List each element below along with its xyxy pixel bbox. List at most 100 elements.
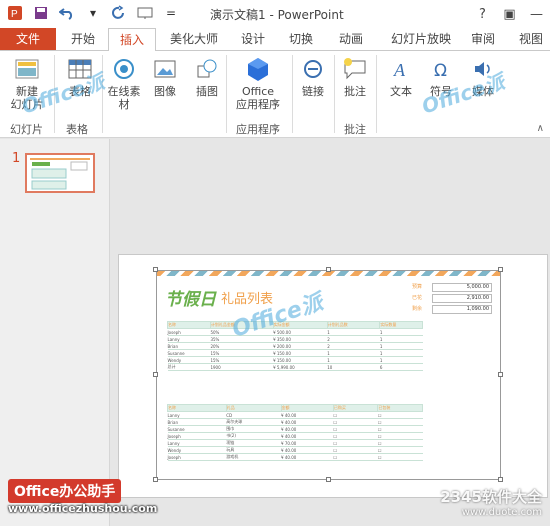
table-row: Lanny 项链 ¥ 70.00 ☐ ☐ [167, 439, 423, 447]
tab-slideshow[interactable]: 幻灯片放映 [384, 28, 458, 50]
tab-home[interactable]: 开始 [66, 28, 100, 50]
tab-file[interactable]: 文件 [0, 28, 56, 50]
customize-qat-icon[interactable]: = [162, 4, 180, 22]
budget-summary: 预算 5,000.00 已花 2,910.00 剩余 1,090.00 [412, 283, 492, 316]
table-cell: ¥ 40.00 [281, 411, 334, 419]
group-separator [292, 55, 293, 133]
office-assistant-badge: Office办公助手 [8, 479, 122, 503]
help-button[interactable]: ? [469, 7, 496, 22]
text-button[interactable]: A 文本 [384, 55, 418, 98]
title-bar: P ▾ = 演示文稿1 - PowerPoint ? ▣ — [0, 0, 550, 28]
table-cell: 2 [327, 342, 380, 350]
table-cell: 围巾 [226, 425, 282, 433]
tab-review[interactable]: 审阅 [466, 28, 500, 50]
table-row: Susanne 围巾 ¥ 40.00 ☐ ☐ [167, 425, 423, 433]
tab-insert[interactable]: 插入 [108, 28, 156, 51]
column-header: 已包装 [377, 404, 423, 412]
table-cell: ¥ 150.00 [273, 349, 328, 357]
office-apps-icon [244, 55, 272, 83]
tab-beautify[interactable]: 美化大师 [164, 28, 224, 50]
group-label-slides: 幻灯片 [10, 123, 43, 136]
table-cell: ¥ 40.00 [281, 446, 334, 454]
site-watermark: 2345软件大全 www.duote.com [440, 486, 542, 518]
comment-button[interactable]: 批注 [338, 55, 372, 98]
table-cell: CD [226, 411, 282, 419]
minimize-button[interactable]: — [523, 7, 550, 22]
resize-handle[interactable] [326, 477, 331, 482]
group-label-apps: 应用程序 [236, 123, 280, 136]
table-cell: ¥ 150.00 [273, 356, 328, 364]
office-apps-button[interactable]: Office 应用程序 [230, 55, 286, 111]
ribbon-tabs: 文件 开始 插入 美化大师 设计 切换 动画 幻灯片放映 审阅 视图 [0, 28, 550, 51]
link-label: 链接 [302, 85, 324, 98]
resize-handle[interactable] [498, 477, 503, 482]
resize-handle[interactable] [498, 372, 503, 377]
budget-row: 预算 5,000.00 [412, 283, 492, 292]
table-cell: 1 [379, 356, 423, 364]
table-row: 总计 1900 ¥ 5,990.00 10 6 [167, 363, 423, 371]
redo-icon[interactable] [110, 4, 128, 22]
link-button[interactable]: 链接 [296, 55, 330, 98]
table-cell: 10 [327, 363, 380, 371]
online-material-icon [110, 55, 138, 83]
table-row: Brian 20% ¥ 200.00 2 1 [167, 342, 423, 350]
tab-animations[interactable]: 动画 [334, 28, 368, 50]
table-row: Lanny CD ¥ 40.00 ☐ ☐ [167, 411, 423, 419]
column-header: 名称 [167, 404, 227, 412]
table-cell: Susanne [167, 425, 227, 433]
table-cell: 6 [379, 363, 423, 371]
column-header: 礼品 [225, 404, 282, 412]
site-watermark-name: 2345软件大全 [440, 488, 542, 506]
group-label-comments: 批注 [344, 123, 366, 136]
group-separator [334, 55, 335, 133]
table-cell: Lanny [167, 439, 227, 447]
illustration-button[interactable]: 插图 [190, 55, 224, 98]
tab-design[interactable]: 设计 [236, 28, 270, 50]
resize-handle[interactable] [153, 372, 158, 377]
budget-value: 5,000.00 [432, 283, 492, 292]
office-apps-label: Office 应用程序 [236, 85, 280, 111]
table-cell: ¥ 40.00 [281, 453, 334, 461]
resize-handle[interactable] [498, 267, 503, 272]
undo-icon[interactable] [58, 4, 76, 22]
tab-view[interactable]: 视图 [514, 28, 548, 50]
table-cell: ☐ [377, 432, 423, 440]
table-row: Lanny 35% ¥ 350.00 2 1 [167, 335, 423, 343]
sheet-title: 节假日 [165, 290, 216, 310]
start-from-beginning-icon[interactable] [136, 4, 154, 22]
table-cell: ☐ [377, 418, 423, 426]
table-cell: 总计 [167, 363, 211, 371]
table-cell: 1 [327, 328, 380, 336]
text-label: 文本 [390, 85, 412, 98]
collapse-ribbon-icon[interactable]: ∧ [537, 123, 544, 134]
table-row: Susanne 15% ¥ 150.00 1 1 [167, 349, 423, 357]
column-header: 已购买 [332, 404, 379, 412]
online-material-button[interactable]: 在线素 材 [104, 55, 144, 111]
resize-handle[interactable] [153, 267, 158, 272]
resize-handle[interactable] [326, 267, 331, 272]
table-cell: 项链 [226, 439, 282, 447]
ribbon-display-button[interactable]: ▣ [496, 7, 523, 22]
table-cell: 1 [327, 349, 380, 357]
summary-table: 名称 计划礼品金额 实际金额 计划礼品数 实际数量 Joseph 50% ¥ 500… [167, 321, 423, 371]
dropdown-arrow-icon[interactable]: ▾ [84, 4, 102, 22]
image-button[interactable]: 图像 [148, 55, 182, 98]
summary-table-body: Joseph 50% ¥ 500.00 1 1 Lanny 35% ¥ 350.00 2 1 Bri… [167, 328, 423, 371]
save-icon[interactable] [32, 4, 50, 22]
group-separator [226, 55, 227, 133]
slide-thumbnail-panel[interactable]: 1 [0, 139, 110, 526]
table-cell: ☐ [333, 411, 378, 419]
table-cell: ¥ 500.00 [273, 328, 328, 336]
resize-handle[interactable] [153, 477, 158, 482]
embedded-worksheet[interactable]: 节假日 礼品列表 预算 5,000.00 已花 2,910.00 剩余 1,09… [156, 270, 501, 480]
table-cell: 20% [210, 342, 274, 350]
slide-thumbnail[interactable] [25, 153, 95, 193]
tab-transitions[interactable]: 切换 [284, 28, 318, 50]
table-cell: 15% [210, 356, 274, 364]
table-cell: 高尔夫球 [226, 418, 282, 426]
svg-text:A: A [393, 60, 406, 80]
table-cell: ¥ 40.00 [281, 418, 334, 426]
table-cell: 玩具 [226, 446, 282, 454]
table-header-row: 名称 礼品 金额 已购买 已包装 [167, 404, 423, 412]
table-row: Joseph 书(2) ¥ 40.00 ☐ ☐ [167, 432, 423, 440]
